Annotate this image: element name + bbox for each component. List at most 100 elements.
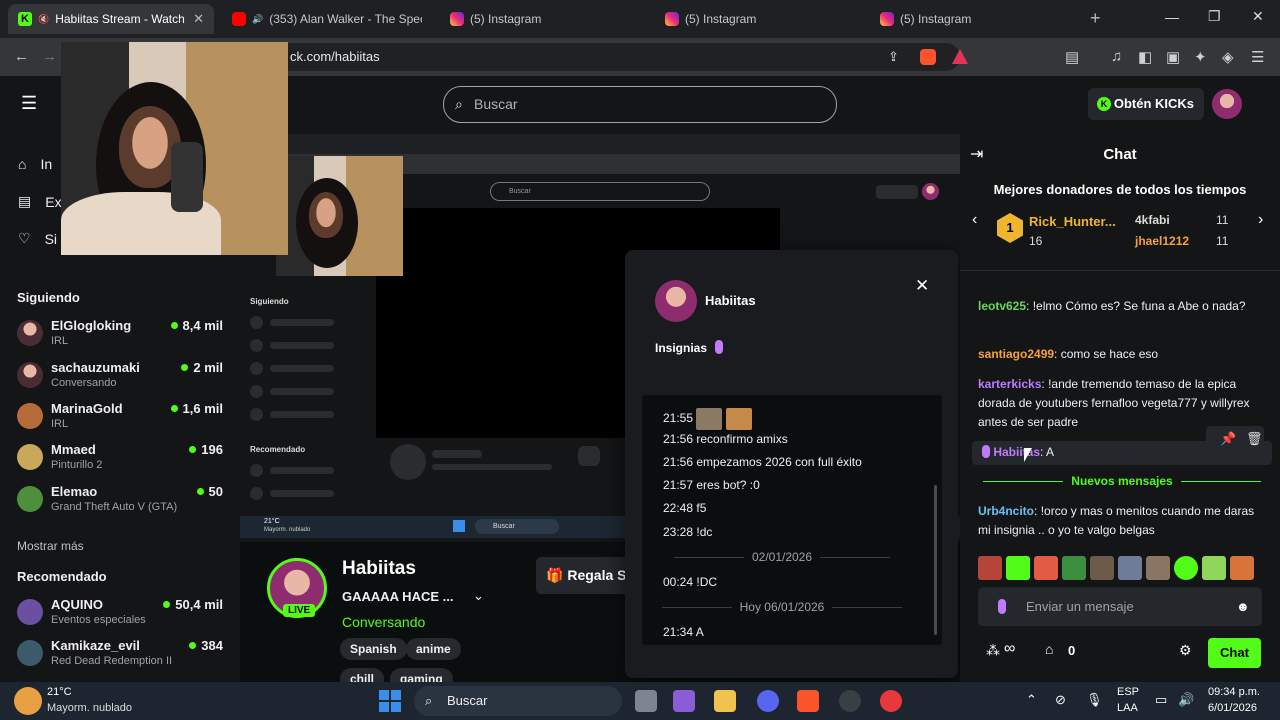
- chat-message[interactable]: santiago2499: como se hace eso: [978, 345, 1268, 364]
- mic-icon[interactable]: 🎙: [1086, 692, 1103, 708]
- chat-username[interactable]: santiago2499: [978, 347, 1054, 361]
- emote-icon[interactable]: [1202, 556, 1226, 580]
- popup-username[interactable]: Habiitas: [705, 293, 756, 308]
- scrollbar[interactable]: [934, 485, 937, 635]
- donor-name[interactable]: jhael1212: [1135, 234, 1189, 248]
- brave-rewards-icon[interactable]: [952, 49, 968, 64]
- emote-icon[interactable]: [1090, 556, 1114, 580]
- wallet-icon[interactable]: ▣: [1166, 48, 1180, 66]
- discord-icon[interactable]: [757, 690, 779, 712]
- donor-name[interactable]: 4kfabi: [1135, 213, 1170, 227]
- trash-icon[interactable]: 🗑: [1246, 426, 1263, 452]
- clock-date[interactable]: 6/01/2026: [1208, 702, 1257, 714]
- users-icon[interactable]: ⁂: [986, 642, 1000, 659]
- brave-shield-icon[interactable]: [920, 49, 936, 65]
- speaker-icon[interactable]: 🔊: [252, 14, 263, 25]
- tab-instagram-2[interactable]: (5) Instagram: [655, 4, 865, 34]
- leo-icon[interactable]: ✦: [1194, 48, 1207, 66]
- message-history[interactable]: 21:55 21:56 reconfirmo amixs 21:56 empez…: [642, 395, 942, 645]
- maximize-icon[interactable]: ❐: [1208, 8, 1221, 25]
- windows-start-icon[interactable]: [379, 690, 401, 712]
- close-icon[interactable]: ✕: [915, 276, 929, 296]
- store-icon[interactable]: ⌂: [1045, 641, 1053, 657]
- chat-username[interactable]: leotv625: [978, 299, 1026, 313]
- emote-icon[interactable]: [1118, 556, 1142, 580]
- sidebar-channel[interactable]: AQUINO Eventos especiales 50,4 mil: [17, 597, 227, 631]
- network-off-icon[interactable]: ⊘: [1055, 692, 1066, 708]
- share-icon[interactable]: ⇪: [888, 43, 899, 71]
- chat-username[interactable]: karterkicks: [978, 377, 1041, 391]
- get-kicks-button[interactable]: K Obtén KICKs: [1088, 88, 1204, 120]
- sidebar-channel[interactable]: Mmaed Pinturillo 2 196: [17, 442, 227, 476]
- obs-icon[interactable]: [839, 690, 861, 712]
- chevron-right-icon[interactable]: ›: [1258, 211, 1263, 229]
- sidebar-channel[interactable]: MarinaGold IRL 1,6 mil: [17, 401, 227, 435]
- sidebar-channel[interactable]: sachauzumaki Conversando 2 mil: [17, 360, 227, 394]
- nav-home[interactable]: ⌂ In: [18, 156, 52, 172]
- send-chat-button[interactable]: Chat: [1208, 638, 1261, 668]
- close-window-icon[interactable]: ✕: [1252, 8, 1264, 25]
- chevron-down-icon[interactable]: ⌄: [473, 588, 484, 604]
- emote-icon[interactable]: [1146, 556, 1170, 580]
- chat-input[interactable]: Enviar un mensaje ☻: [978, 587, 1262, 626]
- gear-icon[interactable]: ⚙: [1179, 642, 1192, 659]
- menu-icon[interactable]: ☰: [1251, 48, 1264, 66]
- chat-username[interactable]: Urb4ncito: [978, 504, 1034, 518]
- tab-instagram-1[interactable]: (5) Instagram: [440, 4, 650, 34]
- brave-icon[interactable]: [797, 690, 819, 712]
- stream-category[interactable]: Conversando: [342, 614, 425, 630]
- chevron-left-icon[interactable]: ‹: [972, 211, 977, 229]
- chat-message[interactable]: karterkicks: !ande tremendo temaso de la…: [978, 375, 1268, 432]
- sidebar-channel[interactable]: Kamikaze_evil Red Dead Redemption II 384: [17, 638, 227, 672]
- emote-icon[interactable]: [1034, 556, 1058, 580]
- nav-following[interactable]: ♡ Si: [18, 230, 57, 247]
- stream-tag[interactable]: anime: [406, 638, 461, 660]
- language-layout[interactable]: LAA: [1117, 702, 1138, 714]
- app-icon[interactable]: [880, 690, 902, 712]
- reader-icon[interactable]: ▤: [1065, 48, 1079, 66]
- sidebar-channel[interactable]: Elemao Grand Theft Auto V (GTA) 50: [17, 484, 227, 518]
- chat-message[interactable]: leotv625: !elmo Cómo es? Se funa a Abe o…: [978, 297, 1268, 316]
- emoji-icon[interactable]: ☻: [1236, 587, 1250, 626]
- top-donor-name[interactable]: Rick_Hunter...: [1029, 214, 1116, 229]
- task-view-icon[interactable]: [635, 690, 657, 712]
- emote-icon[interactable]: [978, 556, 1002, 580]
- stream-tag[interactable]: Spanish: [340, 638, 407, 660]
- emote-icon[interactable]: [1174, 556, 1198, 580]
- show-more-link[interactable]: Mostrar más: [17, 539, 84, 553]
- close-tab-icon[interactable]: ✕: [193, 11, 204, 27]
- sidebar-channel[interactable]: ElGlogloking IRL 8,4 mil: [17, 318, 227, 352]
- vpn-icon[interactable]: ◈: [1222, 48, 1234, 66]
- chevron-up-icon[interactable]: ⌃: [1026, 692, 1037, 708]
- mute-icon[interactable]: 🔇: [38, 14, 49, 25]
- tab-kick[interactable]: K 🔇 Habiitas Stream - Watch Li ✕: [8, 4, 214, 34]
- nav-explore[interactable]: ▤ Ex: [18, 193, 62, 210]
- back-icon[interactable]: ←: [14, 48, 29, 65]
- chat-message[interactable]: Urb4ncito: !orco y mas o menitos cuando …: [978, 502, 1268, 540]
- user-avatar[interactable]: [1212, 89, 1242, 119]
- display-icon[interactable]: ▭: [1155, 692, 1167, 708]
- new-tab-button[interactable]: +: [1090, 8, 1101, 29]
- search-input[interactable]: ⌕ Buscar: [443, 86, 837, 123]
- tab-youtube[interactable]: 🔊 (353) Alan Walker - The Spect: [222, 4, 432, 34]
- chat-username[interactable]: Habiitas: [993, 445, 1040, 459]
- language-code[interactable]: ESP: [1117, 686, 1139, 698]
- emote-icon[interactable]: [1062, 556, 1086, 580]
- weather-icon[interactable]: [14, 687, 42, 715]
- streamer-name[interactable]: Habiitas: [342, 558, 416, 580]
- volume-icon[interactable]: 🔊: [1178, 692, 1194, 708]
- emote-icon[interactable]: [1006, 556, 1030, 580]
- gift-sub-button[interactable]: 🎁 Regala S: [536, 557, 636, 594]
- pin-icon[interactable]: 📌: [1220, 426, 1236, 452]
- forward-icon[interactable]: →: [42, 48, 57, 65]
- sidebar-icon[interactable]: ◧: [1138, 48, 1152, 66]
- hamburger-menu-icon[interactable]: ☰: [21, 93, 37, 114]
- taskbar-search[interactable]: ⌕ Buscar: [414, 686, 622, 716]
- emote-icon[interactable]: [1230, 556, 1254, 580]
- clock-time[interactable]: 09:34 p.m.: [1208, 686, 1260, 698]
- m365-icon[interactable]: [673, 690, 695, 712]
- music-icon[interactable]: ♫: [1111, 48, 1122, 65]
- minimize-icon[interactable]: —: [1165, 9, 1179, 25]
- file-explorer-icon[interactable]: [714, 690, 736, 712]
- tab-instagram-3[interactable]: (5) Instagram: [870, 4, 1080, 34]
